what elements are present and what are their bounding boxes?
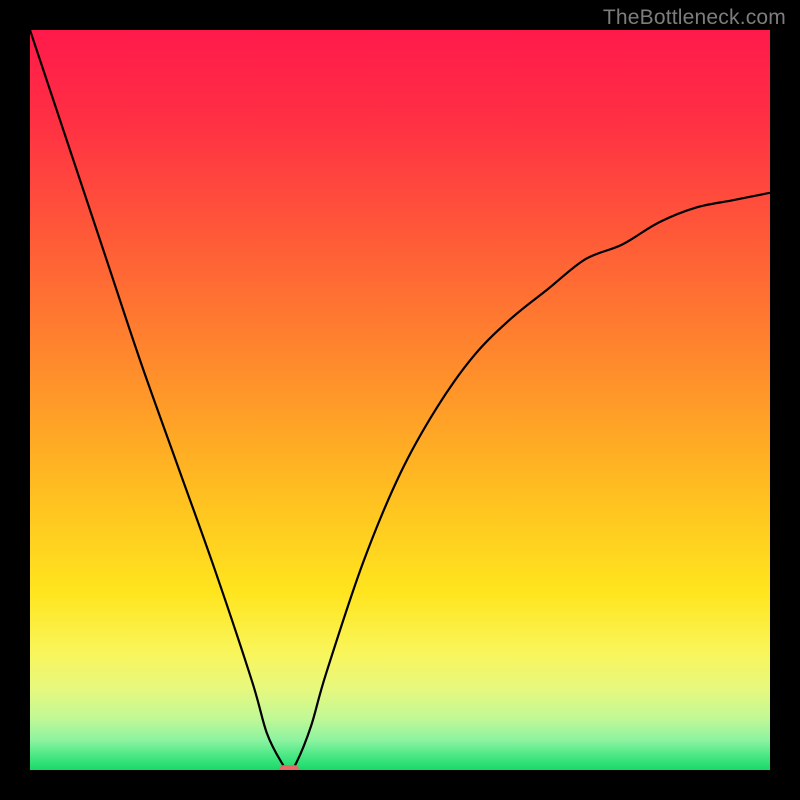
curve-path xyxy=(30,30,770,770)
chart-frame: TheBottleneck.com xyxy=(0,0,800,800)
plot-area xyxy=(30,30,770,770)
optimum-marker xyxy=(279,765,299,770)
watermark-text: TheBottleneck.com xyxy=(603,6,786,30)
bottleneck-curve xyxy=(30,30,770,770)
